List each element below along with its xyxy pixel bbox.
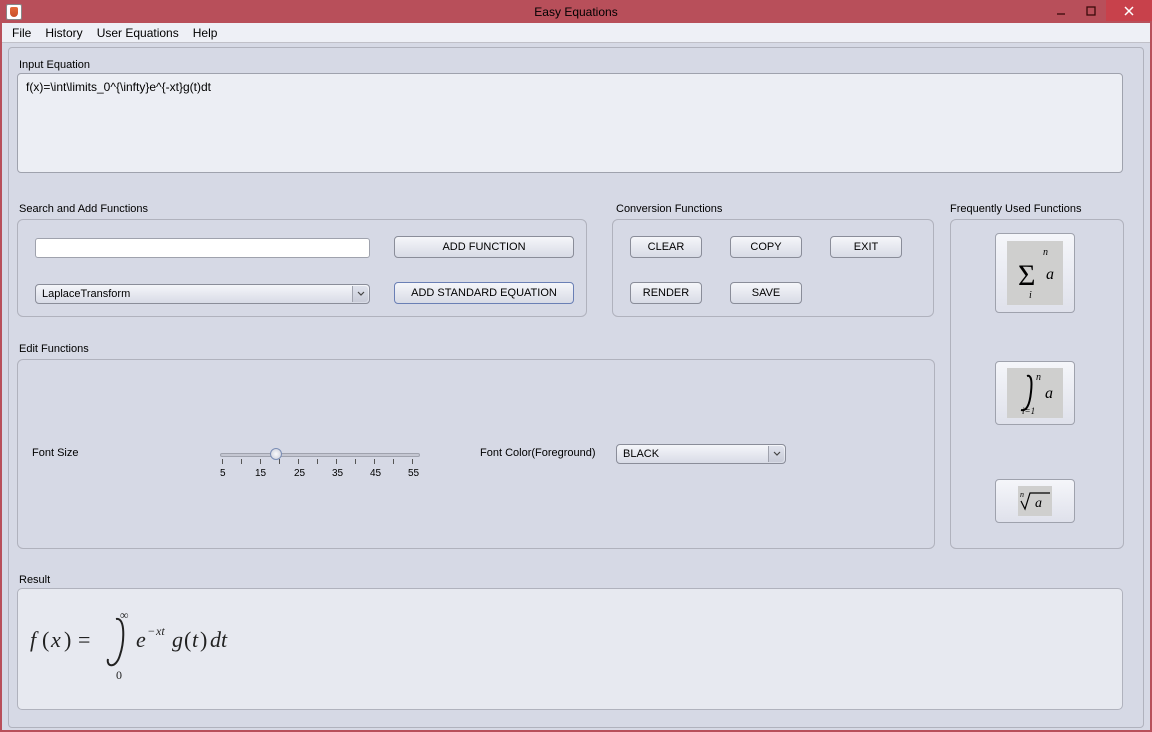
menubar: File History User Equations Help (2, 23, 1150, 43)
slider-tick-label: 15 (255, 468, 266, 479)
svg-text:∞: ∞ (120, 608, 129, 622)
slider-tick (241, 459, 242, 464)
content-panel: Input Equation Search and Add Functions … (2, 43, 1150, 730)
svg-text:0: 0 (116, 668, 122, 682)
svg-text:e: e (136, 627, 146, 652)
slider-tick (260, 459, 261, 464)
frequent-legend: Frequently Used Functions (950, 203, 1081, 215)
slider-tick-label: 35 (332, 468, 343, 479)
slider-tick (374, 459, 375, 464)
slider-tick (298, 459, 299, 464)
clear-button[interactable]: CLEAR (630, 236, 702, 258)
slider-tick-label: 45 (370, 468, 381, 479)
chevron-down-icon (352, 286, 368, 302)
input-equation-field[interactable] (17, 73, 1123, 173)
font-color-label: Font Color(Foreground) (480, 447, 596, 459)
frequent-root-button[interactable]: n a (995, 479, 1075, 523)
menu-file[interactable]: File (7, 24, 36, 42)
render-button[interactable]: RENDER (630, 282, 702, 304)
svg-text:i: i (1029, 290, 1032, 301)
slider-tick-label: 5 (220, 468, 226, 479)
svg-text:a: a (1045, 385, 1053, 402)
slider-tick-label: 55 (408, 468, 419, 479)
font-size-slider-thumb[interactable] (270, 448, 282, 460)
result-panel: f ( x ) = ∞ 0 e − xt g ( t ) dt (17, 588, 1123, 710)
slider-tick (279, 459, 280, 464)
slider-tick (317, 459, 318, 464)
add-function-button[interactable]: ADD FUNCTION (394, 236, 574, 258)
svg-text:t: t (192, 627, 199, 652)
font-color-select[interactable]: BLACK (616, 444, 786, 464)
summation-icon: n Σ i a (1007, 241, 1063, 305)
svg-text:n: n (1043, 247, 1048, 258)
svg-text:dt: dt (210, 627, 228, 652)
svg-text:−: − (148, 624, 155, 638)
frequent-summation-button[interactable]: n Σ i a (995, 233, 1075, 313)
chevron-down-icon (768, 446, 784, 462)
svg-text:x: x (50, 627, 61, 652)
svg-text:n: n (1020, 490, 1024, 499)
menu-help[interactable]: Help (188, 24, 223, 42)
slider-tick-label: 25 (294, 468, 305, 479)
save-button[interactable]: SAVE (730, 282, 802, 304)
result-equation: f ( x ) = ∞ 0 e − xt g ( t ) dt (30, 607, 290, 685)
standard-equation-select[interactable]: LaplaceTransform (35, 284, 370, 304)
svg-text:i=1: i=1 (1022, 406, 1035, 416)
copy-button[interactable]: COPY (730, 236, 802, 258)
svg-text:=: = (78, 627, 90, 652)
slider-tick (355, 459, 356, 464)
result-legend: Result (19, 574, 50, 586)
maximize-button[interactable] (1076, 0, 1106, 21)
slider-tick (222, 459, 223, 464)
menu-user-equations[interactable]: User Equations (92, 24, 184, 42)
font-color-value: BLACK (623, 448, 659, 460)
menu-history[interactable]: History (40, 24, 87, 42)
svg-text:): ) (200, 627, 207, 652)
svg-text:n: n (1036, 372, 1041, 383)
minimize-button[interactable] (1046, 0, 1076, 21)
search-legend: Search and Add Functions (19, 203, 148, 215)
svg-text:(: ( (42, 627, 49, 652)
titlebar[interactable]: Easy Equations (0, 0, 1152, 23)
svg-text:Σ: Σ (1018, 259, 1035, 292)
root-icon: n a (1018, 486, 1052, 516)
window-title: Easy Equations (534, 5, 617, 19)
search-input[interactable] (35, 238, 370, 258)
frequent-integral-button[interactable]: n i=1 a (995, 361, 1075, 425)
input-equation-legend: Input Equation (19, 59, 90, 71)
svg-text:a: a (1046, 266, 1054, 283)
standard-equation-value: LaplaceTransform (42, 288, 130, 300)
font-size-slider[interactable] (220, 453, 420, 457)
svg-text:a: a (1035, 496, 1042, 511)
integral-icon: n i=1 a (1007, 368, 1063, 418)
svg-text:): ) (64, 627, 71, 652)
slider-tick (412, 459, 413, 464)
window-controls (1046, 0, 1152, 21)
edit-group (17, 359, 935, 549)
svg-text:(: ( (184, 627, 191, 652)
add-standard-equation-button[interactable]: ADD STANDARD EQUATION (394, 282, 574, 304)
font-size-label: Font Size (32, 447, 78, 459)
svg-text:xt: xt (155, 624, 165, 638)
close-button[interactable] (1106, 0, 1152, 21)
conversion-legend: Conversion Functions (616, 203, 722, 215)
edit-legend: Edit Functions (19, 343, 89, 355)
slider-tick (393, 459, 394, 464)
exit-button[interactable]: EXIT (830, 236, 902, 258)
java-icon (6, 4, 22, 20)
svg-text:g: g (172, 627, 183, 652)
slider-tick (336, 459, 337, 464)
svg-text:f: f (30, 627, 39, 652)
